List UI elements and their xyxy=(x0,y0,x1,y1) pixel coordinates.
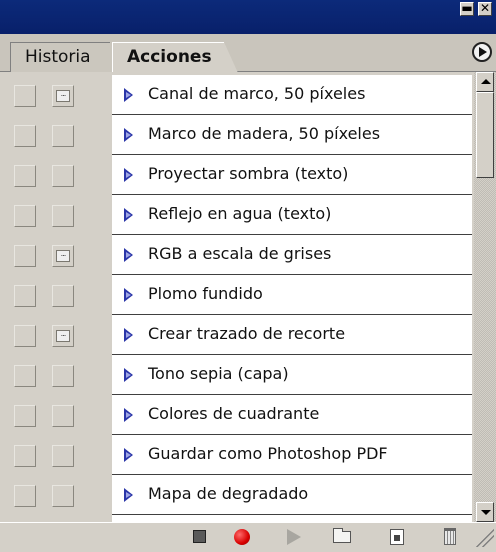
tab-acciones[interactable]: Acciones xyxy=(112,42,238,73)
scroll-down-icon[interactable] xyxy=(476,502,494,522)
action-label: Colores de cuadrante xyxy=(148,404,320,423)
expand-triangle-icon[interactable] xyxy=(124,168,133,182)
actions-list: ... Canal de marco, 50 píxeles Marco de ma… xyxy=(0,72,496,522)
panel-menu-icon[interactable] xyxy=(472,42,492,62)
dialog-icon: ... xyxy=(56,330,70,342)
toggle-checkbox[interactable] xyxy=(14,205,36,227)
dialog-toggle[interactable] xyxy=(52,365,74,387)
toggle-checkbox[interactable] xyxy=(14,365,36,387)
action-label: RGB a escala de grises xyxy=(148,244,332,263)
action-row[interactable]: Mapa de degradado xyxy=(0,475,474,515)
expand-triangle-icon[interactable] xyxy=(124,448,133,462)
tab-bar: Historia Acciones xyxy=(0,34,496,73)
expand-triangle-icon[interactable] xyxy=(124,328,133,342)
play-icon[interactable] xyxy=(287,529,301,545)
action-label: Tono sepia (capa) xyxy=(148,364,289,383)
expand-triangle-icon[interactable] xyxy=(124,408,133,422)
action-label: Marco de madera, 50 píxeles xyxy=(148,124,381,143)
close-icon[interactable]: ✕ xyxy=(478,2,492,16)
dialog-icon: ... xyxy=(56,250,70,262)
minimize-icon[interactable]: ▬ xyxy=(460,2,474,16)
action-row[interactable]: Marco de madera, 50 píxeles xyxy=(0,115,474,155)
action-row[interactable]: Proyectar sombra (texto) xyxy=(0,155,474,195)
action-label: Reflejo en agua (texto) xyxy=(148,204,332,223)
action-row[interactable]: Plomo fundido xyxy=(0,275,474,315)
tab-historia[interactable]: Historia xyxy=(10,42,122,72)
dialog-toggle[interactable]: ... xyxy=(52,85,74,107)
toggle-checkbox[interactable] xyxy=(14,285,36,307)
action-label: Plomo fundido xyxy=(148,284,263,303)
bottom-toolbar xyxy=(0,522,496,552)
dialog-toggle[interactable]: ... xyxy=(52,325,74,347)
action-label: Mapa de degradado xyxy=(148,484,309,503)
toggle-checkbox[interactable] xyxy=(14,85,36,107)
expand-triangle-icon[interactable] xyxy=(124,368,133,382)
toggle-checkbox[interactable] xyxy=(14,165,36,187)
dialog-toggle[interactable] xyxy=(52,205,74,227)
action-label: Crear trazado de recorte xyxy=(148,324,346,343)
dialog-toggle[interactable]: ... xyxy=(52,245,74,267)
toggle-checkbox[interactable] xyxy=(14,245,36,267)
action-row[interactable]: Tono sepia (capa) xyxy=(0,355,474,395)
resize-grip-icon[interactable] xyxy=(474,527,494,547)
dialog-toggle[interactable] xyxy=(52,125,74,147)
expand-triangle-icon[interactable] xyxy=(124,128,133,142)
scroll-thumb[interactable] xyxy=(476,92,494,178)
action-label: Proyectar sombra (texto) xyxy=(148,164,349,183)
panel-titlebar[interactable]: ▬ ✕ xyxy=(0,0,496,34)
dialog-icon: ... xyxy=(56,90,70,102)
new-set-folder-icon[interactable] xyxy=(333,528,351,543)
toggle-checkbox[interactable] xyxy=(14,445,36,467)
expand-triangle-icon[interactable] xyxy=(124,208,133,222)
action-label: Canal de marco, 50 píxeles xyxy=(148,84,366,103)
action-row[interactable]: Guardar como Photoshop PDF xyxy=(0,435,474,475)
action-row[interactable]: ...Realizar cortes ... xyxy=(0,515,474,522)
scroll-up-icon[interactable] xyxy=(476,72,494,92)
expand-triangle-icon[interactable] xyxy=(124,88,133,102)
dialog-toggle[interactable] xyxy=(52,445,74,467)
toggle-checkbox[interactable] xyxy=(14,405,36,427)
expand-triangle-icon[interactable] xyxy=(124,248,133,262)
stop-icon[interactable] xyxy=(193,530,206,543)
record-icon[interactable] xyxy=(234,529,250,545)
dialog-toggle[interactable] xyxy=(52,165,74,187)
new-action-icon[interactable] xyxy=(390,529,404,545)
action-row[interactable]: Colores de cuadrante xyxy=(0,395,474,435)
dialog-toggle[interactable] xyxy=(52,285,74,307)
expand-triangle-icon[interactable] xyxy=(124,488,133,502)
dialog-toggle[interactable] xyxy=(52,485,74,507)
trash-icon[interactable] xyxy=(444,528,456,545)
dialog-toggle[interactable] xyxy=(52,405,74,427)
action-row[interactable]: ... RGB a escala de grises xyxy=(0,235,474,275)
action-item[interactable] xyxy=(112,515,472,522)
expand-triangle-icon[interactable] xyxy=(124,288,133,302)
toggle-checkbox[interactable] xyxy=(14,125,36,147)
action-label: Guardar como Photoshop PDF xyxy=(148,444,388,463)
scrollbar[interactable] xyxy=(474,72,496,522)
action-row[interactable]: ... Crear trazado de recorte xyxy=(0,315,474,355)
toggle-checkbox[interactable] xyxy=(14,485,36,507)
action-row[interactable]: ... Canal de marco, 50 píxeles xyxy=(0,75,474,115)
toggle-checkbox[interactable] xyxy=(14,325,36,347)
action-row[interactable]: Reflejo en agua (texto) xyxy=(0,195,474,235)
